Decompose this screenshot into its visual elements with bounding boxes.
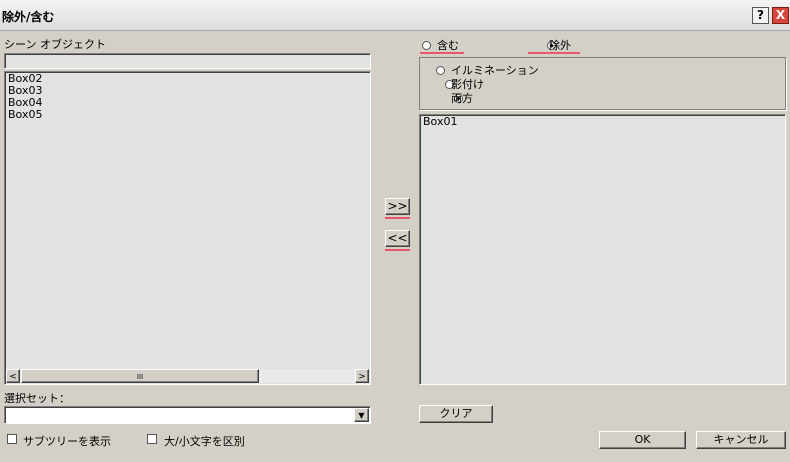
include-radio[interactable] <box>422 41 431 50</box>
exclude-highlight <box>528 52 580 54</box>
scene-objects-list[interactable]: Box02 Box03 Box04 Box05 < III > <box>4 71 371 385</box>
list-item[interactable]: Box03 <box>5 85 370 97</box>
ok-button[interactable]: OK <box>599 431 686 449</box>
excluded-objects-list[interactable]: Box01 <box>419 114 786 385</box>
list-item[interactable]: Box05 <box>5 109 370 121</box>
target-option-radio[interactable] <box>436 66 445 75</box>
close-button[interactable]: X <box>772 7 789 24</box>
help-button[interactable]: ? <box>752 7 769 24</box>
target-group: イルミネーション 影付け 両方 <box>419 57 786 110</box>
scroll-right-button[interactable]: > <box>355 369 369 383</box>
include-highlight <box>420 52 464 54</box>
selection-set-label: 選択セット： <box>4 392 70 405</box>
remove-button-highlight <box>385 249 410 251</box>
chevron-down-icon[interactable]: ▼ <box>354 408 369 422</box>
add-button[interactable]: >> <box>385 198 410 215</box>
selection-set-dropdown[interactable]: ▼ <box>4 406 371 424</box>
subtree-label: サブツリーを表示 <box>23 435 111 448</box>
include-label: 含む <box>437 39 459 52</box>
exclude-label: 除外 <box>549 39 571 52</box>
window-title: 除外/含む <box>2 10 55 24</box>
scene-objects-label: シーン オブジェクト <box>4 38 106 51</box>
subtree-checkbox[interactable] <box>7 434 17 444</box>
scene-filter-input[interactable] <box>4 53 371 69</box>
horizontal-scrollbar[interactable]: < III > <box>6 369 369 383</box>
list-item[interactable]: Box01 <box>420 116 785 128</box>
scroll-thumb[interactable]: III <box>21 369 259 383</box>
cancel-button[interactable]: キャンセル <box>696 431 786 449</box>
remove-button[interactable]: << <box>385 230 410 247</box>
scroll-left-button[interactable]: < <box>6 369 20 383</box>
add-button-highlight <box>385 217 410 219</box>
clear-button[interactable]: クリア <box>419 405 493 423</box>
title-bar <box>0 0 790 31</box>
list-item[interactable]: Box02 <box>5 73 370 85</box>
case-sensitive-checkbox[interactable] <box>147 434 157 444</box>
case-sensitive-label: 大/小文字を区別 <box>164 435 245 448</box>
target-option-label: 両方 <box>451 92 473 105</box>
list-item[interactable]: Box04 <box>5 97 370 109</box>
